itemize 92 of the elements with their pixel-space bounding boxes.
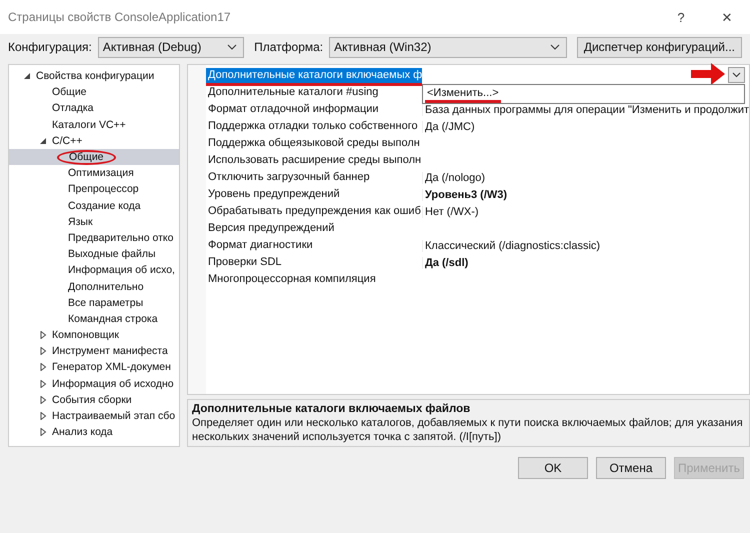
tree-row[interactable]: Все параметры [9, 294, 179, 311]
tree-row[interactable]: Язык [9, 214, 179, 230]
tree-item-label: Свойства конфигурации [35, 70, 156, 82]
chevron-icon [550, 44, 560, 50]
tree-row[interactable]: Командная строка [9, 310, 179, 327]
property-name[interactable]: Проверки SDL [206, 255, 422, 270]
property-name[interactable]: Использовать расширение среды выполн [206, 153, 422, 168]
tree-item-label: Оптимизация [67, 167, 135, 180]
property-value: Классический (/diagnostics:classic) [422, 240, 749, 252]
tree-item-label: C/C++ [51, 134, 84, 147]
tree-item-label: Информация об исхо, [67, 264, 176, 276]
tree-item-label: Выходные файлы [67, 248, 157, 260]
property-name[interactable]: Поддержка отладки только собственного [206, 119, 422, 134]
dialog-button[interactable]: OK [518, 457, 588, 479]
tree-row[interactable]: Общие [9, 84, 179, 100]
tree-item-label: Препроцессор [67, 183, 140, 196]
property-name[interactable]: Отключить загрузочный баннер [206, 170, 422, 185]
tree-item-label: Анализ кода [51, 426, 114, 438]
tree-item-label: Дополнительно [67, 280, 145, 293]
collapsed-triangle-icon[interactable] [39, 412, 47, 420]
description-text: Определяет один или несколько каталогов, добавляемых к пути поиска включаемых файлов; для указания нескольких значений используется точка с запятой. (/I[путь]) [192, 416, 744, 444]
tree-item-label: Язык [67, 216, 94, 228]
platform-dropdown[interactable]: Активная (Win32) [329, 36, 567, 58]
property-name[interactable]: Дополнительные каталоги включаемых ф [206, 68, 422, 83]
property-value: Да (/sdl) [422, 256, 749, 268]
tree-row[interactable]: Выходные файлы [9, 246, 179, 262]
configuration-dropdown[interactable]: Активная (Debug) [98, 36, 244, 58]
window-title: Страницы свойств ConsoleApplication17 [8, 10, 231, 24]
tree-row[interactable]: Настраиваемый этап сбо [9, 408, 179, 424]
configuration-label: Конфигурация: [8, 40, 92, 54]
dialog-button[interactable]: Отмена [596, 457, 666, 479]
tree-row[interactable]: Генератор XML-докумен [9, 359, 179, 376]
tree-item-label: Отладка [51, 102, 95, 114]
tree-row[interactable]: Создание кода [9, 198, 179, 214]
tree-item-label: Все параметры [67, 296, 144, 309]
tree-row[interactable]: Инструмент манифеста [9, 343, 179, 360]
property-value: Да (/JMC) [422, 120, 749, 132]
tree-item-label: Компоновщик [51, 329, 120, 342]
tree-row[interactable]: Компоновщик [9, 327, 179, 344]
expanded-triangle-icon[interactable] [39, 136, 47, 145]
property-name[interactable]: Уровень предупреждений [206, 187, 422, 202]
tree-item-label: Настраиваемый этап сбо [51, 410, 176, 422]
tree-item-label: Командная строка [67, 312, 159, 325]
tree-row[interactable]: Дополнительно [9, 278, 179, 295]
tree-item-label: Предварительно отко [67, 232, 174, 244]
platform-label: Платформа: [254, 40, 324, 54]
tree-row[interactable]: Информация об исхо, [9, 262, 179, 278]
tree-row[interactable]: Отладка [9, 100, 179, 117]
tree-row[interactable]: Общие [9, 148, 179, 166]
tree-item-label: Каталоги VC++ [51, 118, 127, 131]
tree-row[interactable]: Анализ кода [9, 424, 179, 440]
close-button[interactable]: ✕ [704, 2, 750, 32]
configuration-manager-button[interactable]: Диспетчер конфигураций... [576, 36, 742, 58]
tree-item-label: Общие [51, 86, 88, 98]
property-value: База данных программы для операции "Изменить и продолжит [422, 104, 749, 116]
tree-item-label: Инструмент манифеста [51, 345, 169, 358]
tree-item-label: События сборки [51, 394, 133, 406]
collapsed-triangle-icon[interactable] [39, 363, 47, 372]
property-name[interactable]: Дополнительные каталоги #using [206, 85, 422, 100]
property-name[interactable]: Формат отладочной информации [206, 102, 422, 117]
property-name[interactable]: Версия предупреждений [206, 221, 422, 236]
property-name[interactable]: Формат диагностики [206, 238, 422, 253]
tree-row[interactable]: Информация об исходно [9, 376, 179, 392]
property-value: Нет (/WX-) [422, 206, 749, 218]
dropdown-option[interactable]: <Изменить...> [425, 86, 501, 100]
tree-row[interactable]: Предварительно отко [9, 230, 179, 246]
tree-row[interactable]: Свойства конфигурации [9, 68, 179, 84]
tree-row[interactable]: Оптимизация [9, 165, 179, 182]
tree-row[interactable]: Препроцессор [9, 181, 179, 198]
collapsed-triangle-icon[interactable] [39, 428, 47, 436]
collapsed-triangle-icon[interactable] [39, 396, 47, 404]
tree-item-label: Генератор XML-докумен [51, 361, 172, 374]
property-value: Уровень3 (/W3) [422, 188, 749, 200]
collapsed-triangle-icon[interactable] [39, 380, 47, 388]
property-name[interactable]: Поддержка общеязыковой среды выполн [206, 136, 422, 151]
description-title: Дополнительные каталоги включаемых файлов [192, 403, 472, 415]
chevron-icon [227, 44, 238, 50]
property-value: Да (/nologo) [422, 172, 749, 184]
property-name[interactable]: Многопроцессорная компиляция [206, 272, 422, 287]
help-button[interactable]: ? [658, 2, 704, 32]
chevron-icon [732, 72, 741, 78]
tree-item-label: Общие [57, 150, 116, 165]
dropdown-button[interactable] [728, 67, 745, 83]
tree-row[interactable]: C/C++ [9, 132, 179, 149]
tree-item-label: Создание кода [67, 200, 142, 212]
property-name[interactable]: Обрабатывать предупреждения как ошиб [206, 204, 422, 219]
expanded-triangle-icon[interactable] [23, 72, 31, 80]
tree-row[interactable]: Каталоги VC++ [9, 116, 179, 133]
collapsed-triangle-icon[interactable] [39, 347, 47, 356]
collapsed-triangle-icon[interactable] [39, 331, 47, 340]
tree-item-label: Информация об исходно [51, 378, 175, 390]
tree-row[interactable]: События сборки [9, 392, 179, 408]
